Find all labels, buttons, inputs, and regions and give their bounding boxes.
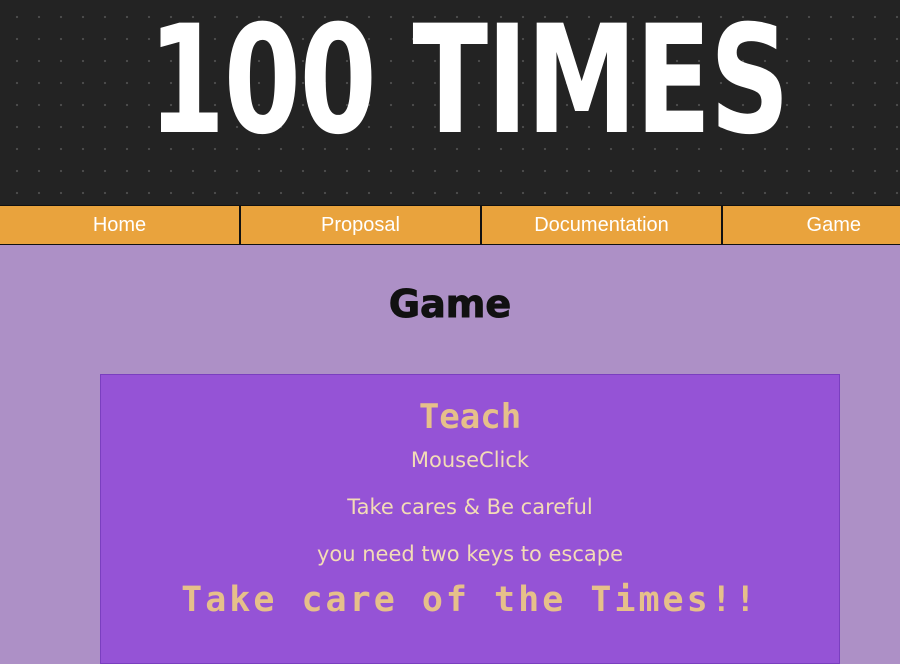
nav-item-game[interactable]: Game: [723, 206, 900, 244]
nav-item-proposal[interactable]: Proposal: [241, 206, 482, 244]
instruction-line: MouseClick: [410, 448, 530, 472]
site-banner: 100 TIMES: [0, 0, 900, 205]
panel-heading: Teach: [418, 397, 522, 437]
warning-text: Take care of the Times!!: [181, 580, 759, 620]
site-logo-title: 100 TIMES: [148, 0, 790, 168]
instruction-line: you need two keys to escape: [316, 542, 623, 566]
nav-item-home[interactable]: Home: [0, 206, 241, 244]
main-nav: Home Proposal Documentation Game: [0, 205, 900, 245]
page-title: Game: [388, 282, 512, 327]
instruction-line: Take cares & Be careful: [347, 495, 593, 519]
main-content: Game Teach MouseClick Take cares & Be ca…: [0, 279, 900, 664]
game-instructions-panel: Teach MouseClick Take cares & Be careful…: [100, 374, 840, 664]
nav-item-documentation[interactable]: Documentation: [482, 206, 723, 244]
